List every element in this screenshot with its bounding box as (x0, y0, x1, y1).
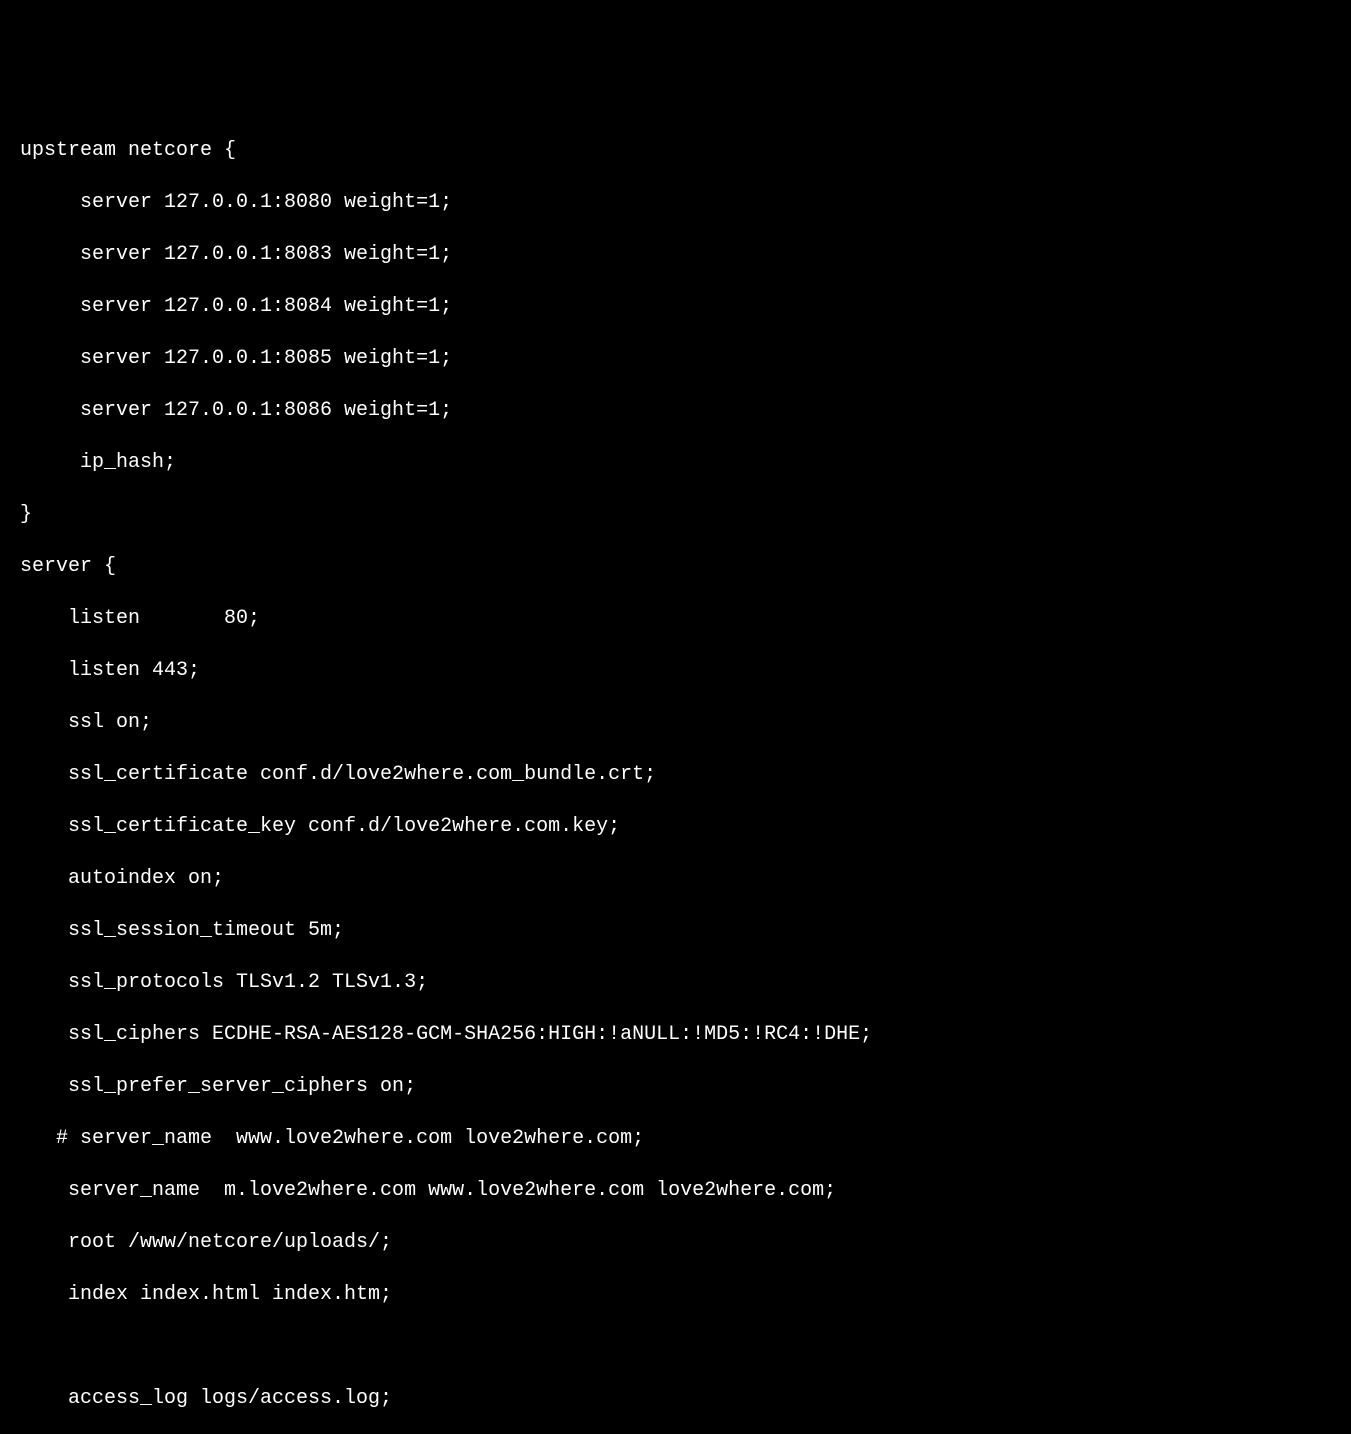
config-line: ssl on; (20, 710, 1331, 736)
config-line: server 127.0.0.1:8084 weight=1; (20, 294, 1331, 320)
config-line: server 127.0.0.1:8085 weight=1; (20, 346, 1331, 372)
config-line: ssl_ciphers ECDHE-RSA-AES128-GCM-SHA256:… (20, 1022, 1331, 1048)
config-line: autoindex on; (20, 866, 1331, 892)
config-line: root /www/netcore/uploads/; (20, 1230, 1331, 1256)
config-line: ssl_prefer_server_ciphers on; (20, 1074, 1331, 1100)
config-line: server 127.0.0.1:8080 weight=1; (20, 190, 1331, 216)
config-line: ssl_protocols TLSv1.2 TLSv1.3; (20, 970, 1331, 996)
config-line: ip_hash; (20, 450, 1331, 476)
config-line: server { (20, 554, 1331, 580)
config-line: server 127.0.0.1:8083 weight=1; (20, 242, 1331, 268)
config-line: server 127.0.0.1:8086 weight=1; (20, 398, 1331, 424)
terminal-output: upstream netcore { server 127.0.0.1:8080… (20, 112, 1331, 1434)
config-line: index index.html index.htm; (20, 1282, 1331, 1308)
config-line: listen 443; (20, 658, 1331, 684)
config-line: ssl_certificate conf.d/love2where.com_bu… (20, 762, 1331, 788)
config-line (20, 1334, 1331, 1360)
config-line: upstream netcore { (20, 138, 1331, 164)
config-line: } (20, 502, 1331, 528)
config-line: # server_name www.love2where.com love2wh… (20, 1126, 1331, 1152)
config-line: ssl_session_timeout 5m; (20, 918, 1331, 944)
config-line: ssl_certificate_key conf.d/love2where.co… (20, 814, 1331, 840)
config-line: access_log logs/access.log; (20, 1386, 1331, 1412)
config-line: server_name m.love2where.com www.love2wh… (20, 1178, 1331, 1204)
config-line: listen 80; (20, 606, 1331, 632)
